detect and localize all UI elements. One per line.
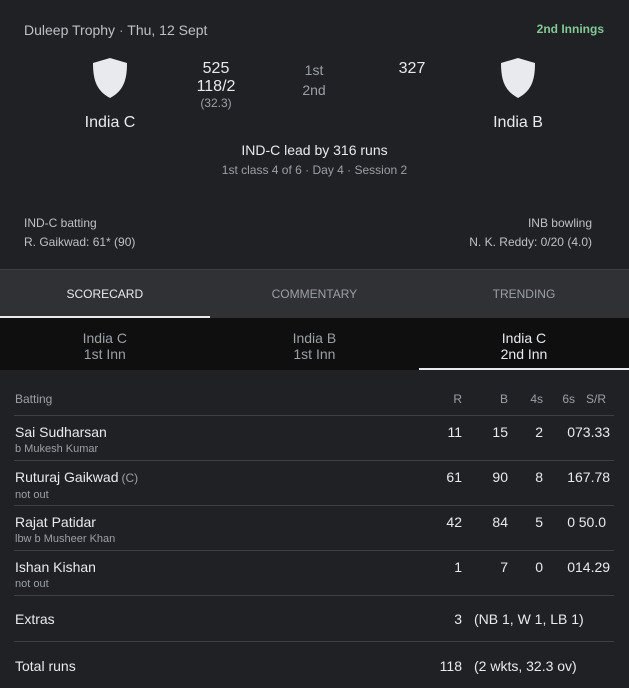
batter-name[interactable]: Ishan Kishan <box>15 559 418 576</box>
dismissal: b Mukesh Kumar <box>15 443 99 455</box>
innings-tab-india-b-1st[interactable]: India B 1st Inn <box>210 318 420 370</box>
runs: 42 <box>446 514 462 530</box>
lead-text: IND-C lead by 316 runs <box>241 142 388 158</box>
innings-tab-innings: 1st Inn <box>293 346 336 362</box>
team-left-name[interactable]: India C <box>50 114 170 132</box>
table-header: Batting R B 4s 6s S/R <box>14 382 614 416</box>
extras-row: Extras 3 (NB 1, W 1, LB 1) <box>14 596 614 642</box>
shield-icon <box>499 57 537 99</box>
competition-info: Duleep Trophy · Thu, 12 Sept <box>24 22 207 38</box>
col-runs: R <box>453 391 462 406</box>
batter-name[interactable]: Rajat Patidar <box>15 514 418 531</box>
current-batter: R. Gaikwad: 61* (90) <box>24 235 136 249</box>
fours: 5 <box>535 514 543 530</box>
innings-tab-team: India B <box>292 330 337 346</box>
match-date: Thu, 12 Sept <box>127 22 208 38</box>
innings-tab-team: India C <box>501 330 547 346</box>
tab-scorecard[interactable]: SCORECARD <box>0 270 210 318</box>
strike-rate: 14.29 <box>575 559 611 575</box>
total-value: 118 <box>439 658 462 674</box>
total-label: Total runs <box>15 658 76 674</box>
innings-tab-innings: 2nd Inn <box>500 346 548 362</box>
table-row: Ishan Kishan not out 1 7 0 0 14.29 <box>14 551 614 596</box>
table-row: Rajat Patidar lbw b Musheer Khan 42 84 5… <box>14 506 614 551</box>
tab-trending[interactable]: TRENDING <box>419 270 629 318</box>
innings-labels: 1st 2nd <box>284 60 344 100</box>
innings-label-2nd: 2nd <box>302 82 326 98</box>
match-header: Duleep Trophy · Thu, 12 Sept 2nd Innings… <box>0 0 629 269</box>
team-left-score-2nd: 118/2 <box>196 78 236 95</box>
bowling-label: INB bowling <box>527 216 592 230</box>
team-left-overs: (32.3) <box>200 96 232 110</box>
current-bowler: N. K. Reddy: 0/20 (4.0) <box>469 235 592 249</box>
table-row: Ruturaj Gaikwad (C) not out 61 90 8 1 67.… <box>14 461 614 506</box>
team-left-scores: 525 118/2 (32.3) <box>176 60 256 110</box>
col-balls: B <box>499 391 508 406</box>
batter-name[interactable]: Ruturaj Gaikwad <box>15 469 119 485</box>
col-fours: 4s <box>530 391 543 406</box>
table-row: Sai Sudharsan b Mukesh Kumar 11 15 2 0 7… <box>14 416 614 461</box>
dismissal: not out <box>15 489 49 501</box>
balls: 84 <box>492 514 508 530</box>
extras-value: 3 <box>454 610 462 627</box>
main-tabs: SCORECARD COMMENTARY TRENDING <box>0 269 629 318</box>
runs: 1 <box>454 559 462 575</box>
innings-tab-team: India C <box>82 330 127 346</box>
fours: 0 <box>535 559 543 575</box>
batter-name-line: Ruturaj Gaikwad (C) <box>15 469 418 487</box>
dismissal: not out <box>15 578 49 590</box>
innings-badge: 2nd Innings <box>536 22 604 36</box>
innings-tab-innings: 1st Inn <box>83 346 126 362</box>
extras-detail: (NB 1, W 1, LB 1) <box>474 610 584 627</box>
balls: 15 <box>492 424 508 440</box>
batter-cell: Ishan Kishan not out <box>14 559 418 595</box>
total-row: Total runs 118 (2 wkts, 32.3 ov) <box>14 642 614 688</box>
strike-rate: 50.0 <box>578 514 606 530</box>
separator: · <box>118 22 124 38</box>
fours: 8 <box>535 469 543 485</box>
tab-commentary[interactable]: COMMENTARY <box>210 270 420 318</box>
team-left-score-1st: 525 <box>202 60 230 77</box>
balls: 90 <box>492 469 508 485</box>
total-detail: (2 wkts, 32.3 ov) <box>474 658 577 674</box>
team-right-name[interactable]: India B <box>458 114 578 132</box>
col-sixes: 6s <box>562 391 575 406</box>
shield-icon <box>91 57 129 99</box>
batter-cell: Sai Sudharsan b Mukesh Kumar <box>14 424 418 460</box>
team-right-score-1st: 327 <box>398 60 426 77</box>
extras-label: Extras <box>15 610 55 627</box>
scorecard-table: Batting R B 4s 6s S/R Sai Sudharsan b Mu… <box>14 382 614 688</box>
match-status: 1st class 4 of 6 · Day 4 · Session 2 <box>221 163 408 177</box>
sixes: 0 <box>567 559 575 575</box>
sixes: 1 <box>567 469 575 485</box>
sixes: 0 <box>567 424 575 440</box>
innings-label-1st: 1st <box>304 62 324 78</box>
innings-tabs: India C 1st Inn India B 1st Inn India C … <box>0 318 629 370</box>
strike-rate: 73.33 <box>575 424 611 440</box>
col-strike-rate: S/R <box>585 391 606 406</box>
batter-cell: Ruturaj Gaikwad (C) not out <box>14 469 418 505</box>
batting-label: IND-C batting <box>24 216 97 230</box>
captain-badge: (C) <box>121 471 139 485</box>
dismissal: lbw b Musheer Khan <box>15 533 116 545</box>
batter-name[interactable]: Sai Sudharsan <box>15 424 418 441</box>
runs: 11 <box>447 424 462 440</box>
sixes: 0 <box>567 514 575 530</box>
strike-rate: 67.78 <box>575 469 611 485</box>
fours: 2 <box>535 424 543 440</box>
runs: 61 <box>446 469 462 485</box>
balls: 7 <box>500 559 508 575</box>
innings-tab-india-c-2nd[interactable]: India C 2nd Inn <box>419 318 629 370</box>
col-batting: Batting <box>15 391 53 406</box>
batter-cell: Rajat Patidar lbw b Musheer Khan <box>14 514 418 550</box>
innings-tab-india-c-1st[interactable]: India C 1st Inn <box>0 318 210 370</box>
competition-name[interactable]: Duleep Trophy <box>24 22 115 38</box>
